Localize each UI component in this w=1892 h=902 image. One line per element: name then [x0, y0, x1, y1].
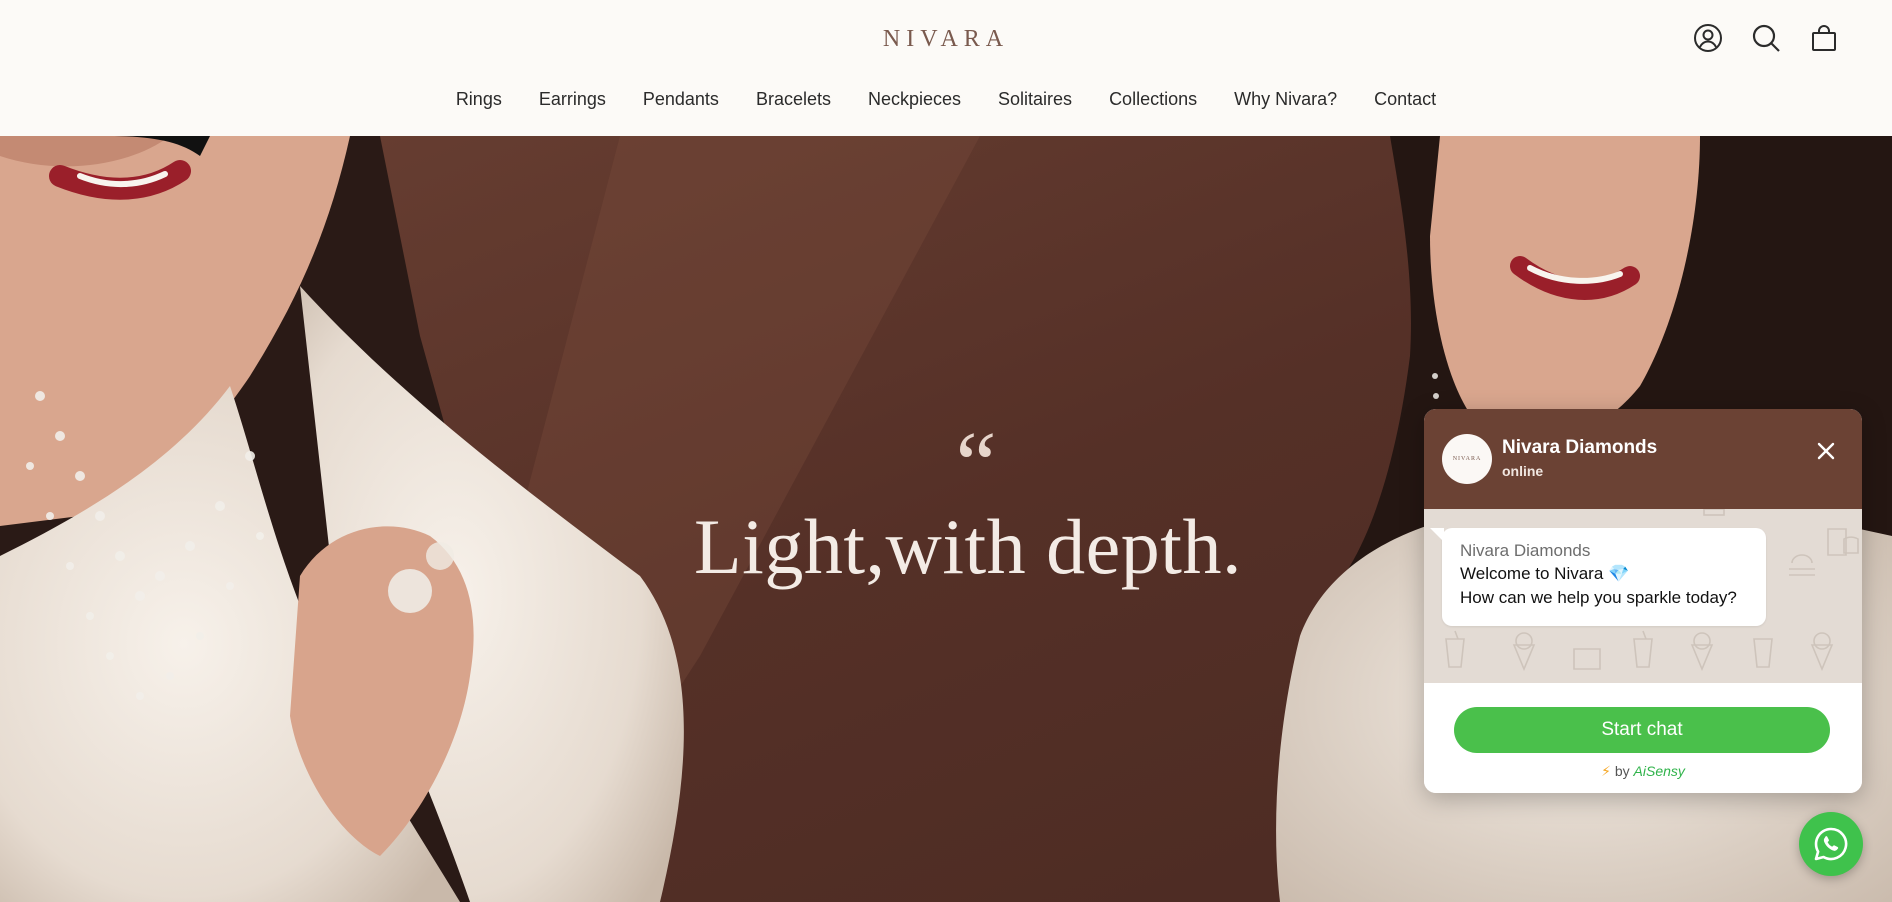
whatsapp-button[interactable]	[1799, 812, 1863, 876]
chat-avatar: NIVARA	[1442, 434, 1492, 484]
chat-messages: Nivara Diamonds Welcome to Nivara 💎 How …	[1424, 509, 1862, 683]
whatsapp-icon	[1814, 827, 1848, 861]
close-icon[interactable]	[1814, 439, 1838, 463]
search-icon[interactable]	[1750, 22, 1782, 54]
nav-item-pendants[interactable]: Pendants	[624, 86, 737, 112]
nav-item-why-nivara[interactable]: Why Nivara?	[1216, 86, 1356, 112]
bubble-tail	[1430, 528, 1444, 542]
nav-item-neckpieces[interactable]: Neckpieces	[849, 86, 979, 112]
cart-icon[interactable]	[1808, 22, 1840, 54]
main-nav: Rings Earrings Pendants Bracelets Neckpi…	[0, 86, 1892, 112]
message-line-2: How can we help you sparkle today?	[1460, 588, 1737, 607]
bolt-icon: ⚡	[1601, 763, 1611, 779]
nav-item-bracelets[interactable]: Bracelets	[737, 86, 849, 112]
chat-message-bubble: Nivara Diamonds Welcome to Nivara 💎 How …	[1430, 528, 1766, 626]
site-header: NIVARA Rings Earrings Pendants Bracelets…	[0, 0, 1892, 136]
nav-item-rings[interactable]: Rings	[437, 86, 520, 112]
nav-item-solitaires[interactable]: Solitaires	[980, 86, 1091, 112]
nav-item-contact[interactable]: Contact	[1356, 86, 1455, 112]
chat-contact-name: Nivara Diamonds	[1502, 437, 1658, 458]
nav-item-collections[interactable]: Collections	[1091, 86, 1216, 112]
powered-by: ⚡ by AiSensy	[1424, 763, 1862, 780]
chat-widget: NIVARA Nivara Diamonds online Nivara Dia…	[1424, 409, 1862, 793]
header-icons	[1692, 22, 1840, 54]
chat-status: online	[1502, 463, 1544, 479]
account-icon[interactable]	[1692, 22, 1724, 54]
chat-footer: Start chat ⚡ by AiSensy	[1424, 683, 1862, 793]
powered-by-label: by	[1614, 763, 1630, 779]
start-chat-button[interactable]: Start chat	[1454, 707, 1830, 753]
site-logo[interactable]: NIVARA	[0, 24, 1892, 54]
nav-item-earrings[interactable]: Earrings	[520, 86, 624, 112]
chat-header: NIVARA Nivara Diamonds online	[1424, 409, 1862, 509]
message-sender: Nivara Diamonds	[1460, 541, 1591, 560]
message-line-1: Welcome to Nivara 💎	[1460, 564, 1630, 583]
aisensy-link[interactable]: AiSensy	[1634, 763, 1685, 779]
